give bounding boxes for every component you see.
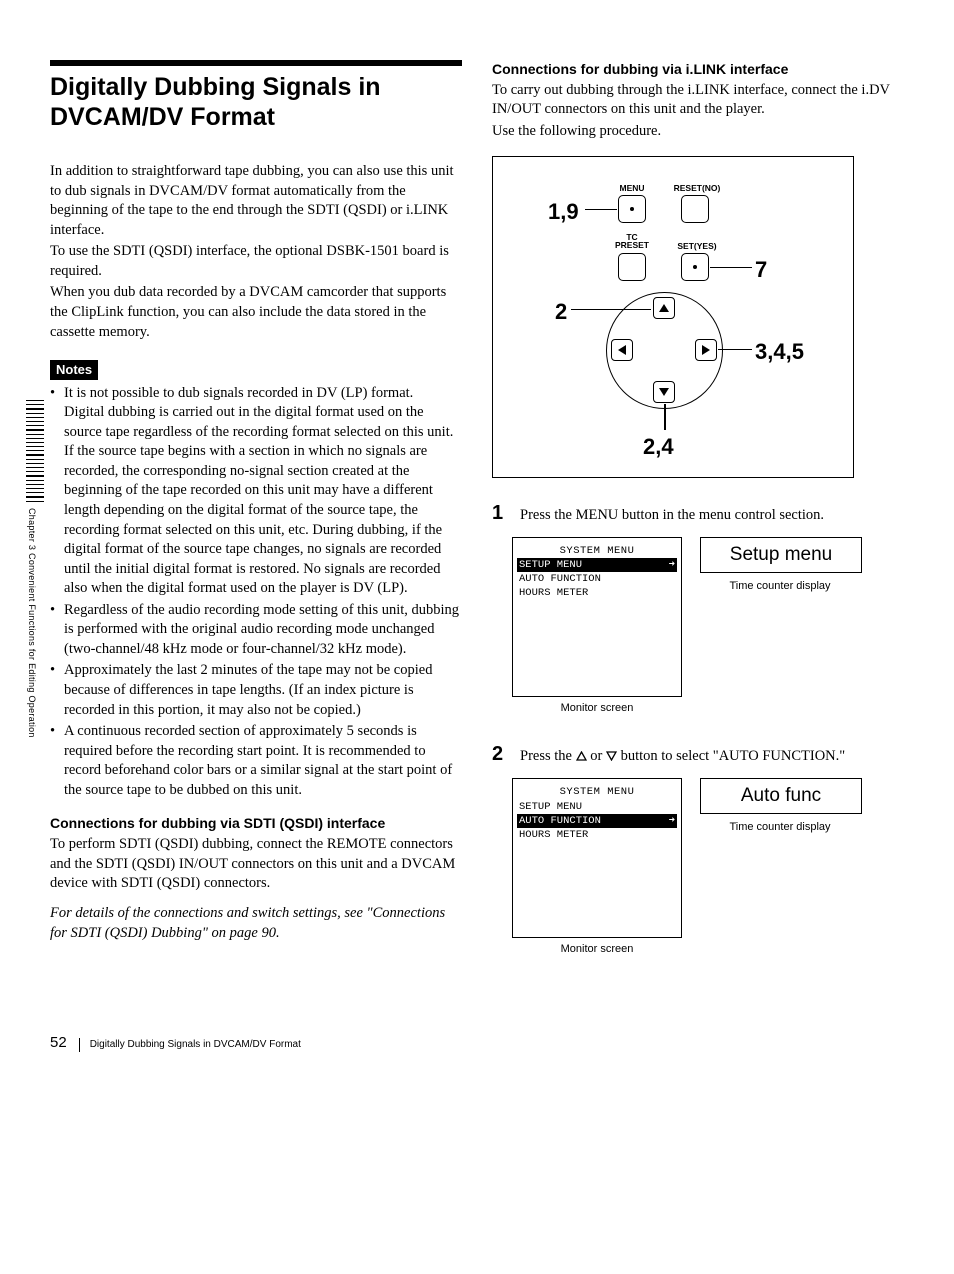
monitor-row: AUTO FUNCTION — [517, 572, 677, 586]
leader-line — [710, 267, 752, 269]
left-column: Digitally Dubbing Signals in DVCAM/DV Fo… — [50, 60, 462, 983]
step-text: Press the or button to select "AUTO FUNC… — [520, 747, 904, 767]
monitor-row-text: AUTO FUNCTION — [519, 572, 601, 586]
arrow-down-button — [653, 381, 675, 403]
set-yes-label: SET(YES) — [673, 241, 721, 252]
menu-label: MENU — [614, 183, 650, 194]
callout-3-4-5: 3,4,5 — [755, 337, 804, 367]
leader-line — [718, 349, 752, 351]
intro-line: In addition to straightforward tape dubb… — [50, 162, 462, 240]
monitor-row: HOURS METER — [517, 828, 677, 842]
monitor-row-selected: SETUP MENU ➜ — [517, 558, 677, 572]
triangle-up-icon — [576, 751, 587, 761]
note-item: Regardless of the audio recording mode s… — [50, 601, 462, 660]
monitor-row: HOURS METER — [517, 586, 677, 600]
monitor-row-text: AUTO FUNCTION — [519, 814, 601, 828]
set-yes-button — [681, 253, 709, 281]
leader-line — [571, 309, 651, 311]
control-panel-diagram: MENU RESET(NO) TC PRESET SET(YES) — [492, 156, 854, 478]
side-tab-bars — [26, 400, 44, 502]
monitor-row-text: HOURS METER — [519, 828, 588, 842]
step-text: Press the MENU button in the menu contro… — [520, 506, 904, 526]
arrow-right-icon: ➜ — [669, 814, 675, 828]
ilink-body: Use the following procedure. — [492, 122, 904, 142]
running-head: Digitally Dubbing Signals in DVCAM/DV Fo… — [79, 1038, 301, 1052]
callout-7: 7 — [755, 255, 767, 285]
step-number: 2 — [492, 741, 510, 768]
display-caption: Time counter display — [700, 579, 860, 594]
step-number: 1 — [492, 500, 510, 527]
time-counter-display-2: Auto func — [700, 778, 862, 814]
leader-line — [585, 209, 617, 211]
note-item: It is not possible to dub signals record… — [50, 384, 462, 599]
ilink-subhead: Connections for dubbing via i.LINK inter… — [492, 60, 904, 79]
reset-no-button — [681, 195, 709, 223]
step-text-part: button to select "AUTO FUNCTION." — [617, 748, 845, 764]
arrow-right-button — [695, 339, 717, 361]
monitor-title: SYSTEM MENU — [517, 785, 677, 799]
monitor-title: SYSTEM MENU — [517, 544, 677, 558]
time-counter-display-1: Setup menu — [700, 537, 862, 573]
step-text-part: or — [587, 748, 606, 764]
monitor-caption: Monitor screen — [512, 942, 682, 957]
display-caption: Time counter display — [700, 820, 860, 835]
step-2: 2 Press the or button to select "AUTO FU… — [492, 741, 904, 768]
tc-preset-button — [618, 253, 646, 281]
intro-line: To use the SDTI (QSDI) interface, the op… — [50, 242, 462, 281]
step-2-screens: SYSTEM MENU SETUP MENU AUTO FUNCTION ➜ HO… — [512, 778, 904, 957]
monitor-caption: Monitor screen — [512, 701, 682, 716]
title-rule — [50, 60, 462, 66]
side-tab-text: Chapter 3 Convenient Functions for Editi… — [26, 508, 38, 738]
notes-label: Notes — [50, 360, 98, 380]
page-footer: 52 Digitally Dubbing Signals in DVCAM/DV… — [50, 1033, 904, 1053]
note-item: A continuous recorded section of approxi… — [50, 722, 462, 800]
side-tab: Chapter 3 Convenient Functions for Editi… — [26, 400, 44, 770]
step-1-screens: SYSTEM MENU SETUP MENU ➜ AUTO FUNCTION HO… — [512, 537, 904, 716]
arrow-left-button — [611, 339, 633, 361]
reset-no-label: RESET(NO) — [669, 183, 725, 194]
monitor-row: SETUP MENU — [517, 800, 677, 814]
ilink-body: To carry out dubbing through the i.LINK … — [492, 81, 904, 120]
callout-1-9: 1,9 — [548, 197, 579, 227]
leader-line — [664, 404, 666, 430]
arrow-up-button — [653, 297, 675, 319]
step-1: 1 Press the MENU button in the menu cont… — [492, 500, 904, 527]
note-item: Approximately the last 2 minutes of the … — [50, 661, 462, 720]
monitor-screen-2: SYSTEM MENU SETUP MENU AUTO FUNCTION ➜ HO… — [512, 778, 682, 938]
page-number: 52 — [50, 1033, 67, 1053]
right-column: Connections for dubbing via i.LINK inter… — [492, 60, 904, 983]
monitor-row-text: SETUP MENU — [519, 800, 582, 814]
page-title: Digitally Dubbing Signals in DVCAM/DV Fo… — [50, 72, 462, 132]
sdti-crossref: For details of the connections and switc… — [50, 904, 462, 943]
callout-2-4: 2,4 — [643, 432, 674, 462]
notes-list: It is not possible to dub signals record… — [50, 384, 462, 801]
intro-line: When you dub data recorded by a DVCAM ca… — [50, 283, 462, 342]
monitor-row-text: SETUP MENU — [519, 558, 582, 572]
monitor-screen-1: SYSTEM MENU SETUP MENU ➜ AUTO FUNCTION HO… — [512, 537, 682, 697]
menu-button — [618, 195, 646, 223]
step-text-part: Press the — [520, 748, 576, 764]
arrow-right-icon: ➜ — [669, 558, 675, 572]
sdti-subhead: Connections for dubbing via SDTI (QSDI) … — [50, 814, 462, 833]
callout-2: 2 — [555, 297, 567, 327]
sdti-body: To perform SDTI (QSDI) dubbing, connect … — [50, 835, 462, 894]
monitor-row-text: HOURS METER — [519, 586, 588, 600]
intro-paragraph: In addition to straightforward tape dubb… — [50, 162, 462, 342]
monitor-row-selected: AUTO FUNCTION ➜ — [517, 814, 677, 828]
triangle-down-icon — [606, 751, 617, 761]
tc-preset-label: TC PRESET — [612, 233, 652, 250]
